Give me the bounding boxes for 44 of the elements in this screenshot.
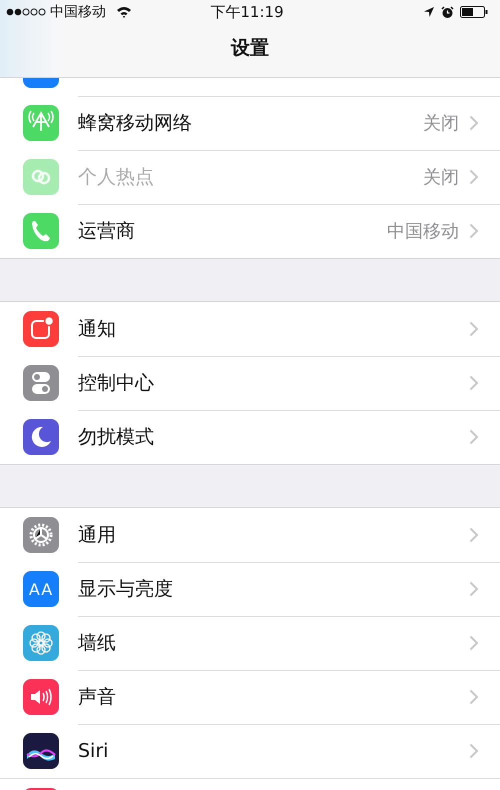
row-value: 关闭 xyxy=(423,166,459,189)
wifi-icon xyxy=(116,6,132,18)
signal-icon xyxy=(6,8,46,16)
chevron-icon xyxy=(469,743,479,759)
row-label: 声音 xyxy=(78,685,117,710)
settings-row[interactable]: 墙纸 xyxy=(0,616,500,670)
row-label: 通用 xyxy=(78,523,117,548)
row-label: 运营商 xyxy=(78,219,136,244)
text-size-icon: AA xyxy=(23,571,59,607)
chevron-icon xyxy=(469,115,479,131)
settings-row[interactable]: 运营商 中国移动 xyxy=(0,204,500,258)
page-title: 设置 xyxy=(231,36,269,60)
settings-row[interactable]: Siri xyxy=(0,724,500,778)
chevron-icon xyxy=(469,689,479,705)
chevron-icon xyxy=(469,321,479,337)
settings-row[interactable]: 蜂窝移动网络 关闭 xyxy=(0,96,500,150)
battery-icon xyxy=(460,6,488,18)
chevron-icon xyxy=(469,429,479,445)
settings-row[interactable]: 勿扰模式 xyxy=(0,410,500,464)
row-label: Siri xyxy=(78,740,110,762)
chevron-icon xyxy=(469,635,479,651)
settings-row[interactable]: 控制中心 xyxy=(0,356,500,410)
settings-row[interactable]: 通知 xyxy=(0,302,500,356)
settings-row[interactable]: 通用 xyxy=(0,508,500,562)
status-time: 下午11:19 xyxy=(210,2,284,22)
settings-row[interactable]: 声音 xyxy=(0,670,500,724)
alarm-clock-icon xyxy=(441,6,454,18)
carrier-name: 中国移动 xyxy=(50,3,106,21)
chevron-icon xyxy=(469,581,479,597)
chevron-icon xyxy=(469,223,479,239)
row-value: 关闭 xyxy=(423,112,459,135)
row-label: 通知 xyxy=(78,317,117,342)
location-arrow-icon xyxy=(423,6,436,18)
chevron-icon xyxy=(469,375,479,391)
settings-row[interactable]: AA 显示与亮度 xyxy=(0,562,500,616)
row-label: 个人热点 xyxy=(78,165,155,190)
row-value: 中国移动 xyxy=(387,220,459,243)
row-label: 墙纸 xyxy=(78,631,117,656)
row-label: 控制中心 xyxy=(78,371,155,396)
chevron-icon xyxy=(469,169,479,185)
row-label: 显示与亮度 xyxy=(78,577,174,602)
chevron-icon xyxy=(469,527,479,543)
row-label: 勿扰模式 xyxy=(78,425,155,450)
row-label: 蜂窝移动网络 xyxy=(78,111,193,136)
